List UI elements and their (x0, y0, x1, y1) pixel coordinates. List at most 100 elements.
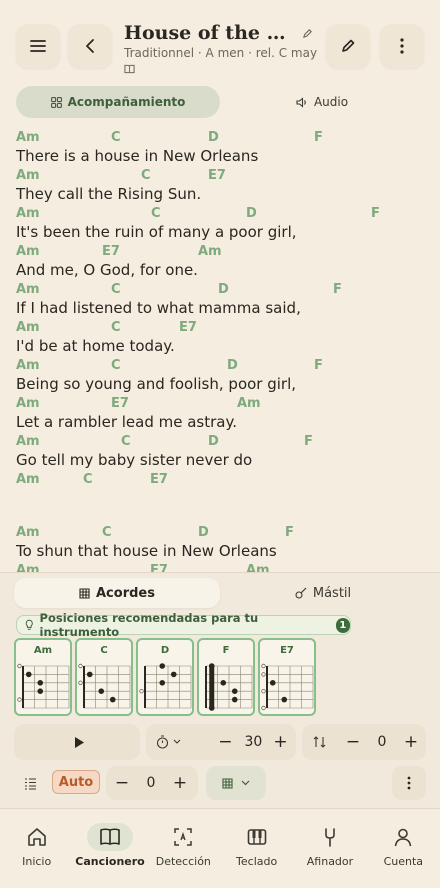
more-vertical-icon (407, 776, 411, 790)
chord-label[interactable]: C (121, 434, 131, 449)
chord-label[interactable]: D (208, 434, 219, 449)
tab-audio[interactable]: Audio (220, 86, 424, 118)
nav-label: Cuenta (383, 855, 424, 868)
chord-label[interactable]: C (83, 472, 93, 487)
chord-label[interactable]: Am (198, 244, 222, 259)
chord-style-dropdown[interactable] (206, 766, 266, 800)
transpose-toggle-button[interactable] (302, 736, 338, 748)
chord-label[interactable]: Am (246, 563, 270, 572)
chord-label[interactable]: C (111, 358, 121, 373)
bottom-navigation: Inicio Cancionero Detección Teclado Afinador… (0, 808, 440, 888)
chord-label[interactable]: E7 (102, 244, 120, 259)
chord-label[interactable]: E7 (150, 472, 168, 487)
panel-more-button[interactable] (392, 766, 426, 800)
transpose-icon (313, 736, 326, 748)
chord-label[interactable]: Am (16, 472, 40, 487)
song-sheet[interactable]: Am C D F There is a house in New Orleans Am C E… (16, 128, 426, 572)
chord-label[interactable]: D (218, 282, 229, 297)
chord-line: Am C D F (16, 432, 426, 451)
tuning-fork-icon-wrap (307, 823, 353, 851)
nav-item-afinador[interactable]: Afinador (293, 809, 366, 888)
list-view-button[interactable] (24, 775, 37, 794)
nav-label: Cancionero (75, 855, 145, 868)
recommendation-text: Posiciones recomendadas para tu instrume… (39, 611, 259, 639)
chord-label[interactable]: Am (16, 206, 40, 221)
chord-label[interactable]: C (141, 168, 151, 183)
tempo-decrease-button[interactable]: − (209, 732, 242, 752)
metronome-button[interactable] (156, 735, 191, 749)
chord-label[interactable]: C (111, 130, 121, 145)
nav-item-teclado[interactable]: Teclado (220, 809, 293, 888)
open-string-mark (17, 663, 22, 669)
chord-line: Am C E7 (16, 166, 426, 185)
tab-acompanamiento-label: Acompañamiento (67, 95, 186, 109)
chord-label[interactable]: Am (16, 244, 40, 259)
tab-mastil[interactable]: Mástil (220, 578, 426, 608)
chord-label[interactable]: F (314, 358, 323, 373)
capo-decrease-button[interactable]: − (106, 773, 138, 793)
chord-diagram-card[interactable]: Am (14, 638, 72, 716)
tab-acordes[interactable]: Acordes (14, 578, 220, 608)
chord-diagram-card[interactable]: F (197, 638, 255, 716)
chord-label[interactable]: Am (16, 130, 40, 145)
chord-label[interactable]: F (371, 206, 380, 221)
recommendation-banner[interactable]: Posiciones recomendadas para tu instrume… (16, 611, 351, 639)
auto-scroll-button[interactable]: Auto (52, 770, 100, 794)
lyric-line: Being so young and foolish, poor girl, (16, 375, 297, 393)
chord-diagram-name: F (222, 645, 230, 656)
back-button[interactable] (68, 24, 112, 68)
nav-item-cancionero[interactable]: Cancionero (73, 809, 146, 888)
chord-label[interactable]: Am (237, 396, 261, 411)
chord-label[interactable]: Am (16, 563, 40, 572)
guitar-icon (295, 587, 307, 599)
chord-label[interactable]: F (285, 525, 294, 540)
chord-label[interactable]: Am (16, 358, 40, 373)
chord-label[interactable]: D (198, 525, 209, 540)
grid-icon (50, 96, 62, 108)
open-string-mark (139, 689, 144, 694)
nav-item-cuenta[interactable]: Cuenta (367, 809, 440, 888)
chord-label[interactable]: Am (16, 282, 40, 297)
edit-title-icon[interactable] (302, 28, 313, 39)
menu-button[interactable] (16, 24, 60, 68)
chord-label[interactable]: E7 (179, 320, 197, 335)
chord-diagram-card[interactable]: C (75, 638, 133, 716)
play-button[interactable] (56, 724, 102, 760)
chord-label[interactable]: F (314, 130, 323, 145)
speaker-icon (296, 96, 306, 108)
capo-increase-button[interactable]: + (164, 773, 196, 793)
chord-label[interactable]: E7 (150, 563, 168, 572)
tempo-increase-button[interactable]: + (265, 732, 296, 752)
chord-diagram-name: C (100, 645, 108, 656)
finger-dot (109, 696, 116, 703)
chord-label[interactable]: D (246, 206, 257, 221)
chord-label[interactable]: C (111, 282, 121, 297)
transpose-decrease-button[interactable]: − (338, 732, 368, 752)
chord-label[interactable]: F (333, 282, 342, 297)
more-options-button[interactable] (380, 24, 424, 68)
chord-label[interactable]: F (304, 434, 313, 449)
chord-label[interactable]: Am (16, 434, 40, 449)
chord-diagram (17, 663, 70, 709)
chord-label[interactable]: Am (16, 396, 40, 411)
nav-item-inicio[interactable]: Inicio (0, 809, 73, 888)
nav-item-deteccin[interactable]: Detección (147, 809, 220, 888)
chord-label[interactable]: D (227, 358, 238, 373)
timer-icon (156, 735, 169, 749)
chord-label[interactable]: E7 (111, 396, 129, 411)
transpose-increase-button[interactable]: + (396, 732, 426, 752)
edit-button[interactable] (326, 24, 370, 68)
tab-acompanamiento[interactable]: Acompañamiento (16, 86, 220, 118)
chord-diagram-card[interactable]: D (136, 638, 194, 716)
chord-label[interactable]: E7 (208, 168, 226, 183)
lyric-line: Go tell my baby sister never do (16, 451, 253, 469)
chord-label[interactable]: C (102, 525, 112, 540)
barre-mark (209, 663, 215, 711)
chord-label[interactable]: Am (16, 168, 40, 183)
chord-label[interactable]: Am (16, 320, 40, 335)
chord-label[interactable]: C (111, 320, 121, 335)
chord-label[interactable]: C (151, 206, 161, 221)
chord-label[interactable]: Am (16, 525, 40, 540)
chord-diagram-card[interactable]: E7 (258, 638, 316, 716)
chord-label[interactable]: D (208, 130, 219, 145)
